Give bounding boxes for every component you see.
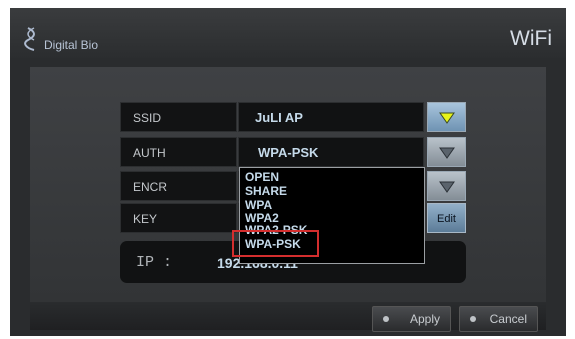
dna-logo-icon: [24, 27, 35, 51]
page-title: WiFi: [510, 27, 552, 50]
ssid-label: SSID: [120, 102, 237, 132]
cancel-label: Cancel: [489, 312, 527, 326]
auth-label: AUTH: [120, 137, 237, 167]
key-label: KEY: [120, 203, 237, 233]
device-screen: Digital Bio WiFi SSID JuLI AP AUTH WPA-P…: [10, 8, 566, 336]
selection-highlight-box: [232, 230, 319, 257]
auth-dropdown-button[interactable]: [427, 137, 466, 167]
ip-label: IP :: [136, 254, 173, 271]
auth-value[interactable]: WPA-PSK: [238, 137, 424, 167]
apply-label: Apply: [409, 312, 440, 326]
triangle-down-icon: [439, 181, 455, 193]
encr-label: ENCR: [120, 171, 237, 201]
auth-option-share[interactable]: SHARE: [245, 185, 287, 197]
bullet-icon: [470, 316, 476, 322]
auth-option-open[interactable]: OPEN: [245, 171, 279, 183]
brand-name: Digital Bio: [44, 38, 99, 52]
apply-button[interactable]: Apply: [372, 306, 451, 332]
triangle-down-icon: [439, 112, 455, 124]
triangle-down-icon: [439, 147, 455, 159]
ssid-value[interactable]: JuLI AP: [238, 102, 424, 132]
header-bar: Digital Bio WiFi: [10, 8, 566, 58]
cancel-button[interactable]: Cancel: [459, 306, 538, 332]
ssid-dropdown-button[interactable]: [427, 102, 466, 132]
auth-option-wpa[interactable]: WPA: [245, 199, 272, 211]
bullet-icon: [383, 316, 389, 322]
key-edit-button[interactable]: Edit: [427, 203, 466, 233]
encr-dropdown-button[interactable]: [427, 171, 466, 201]
